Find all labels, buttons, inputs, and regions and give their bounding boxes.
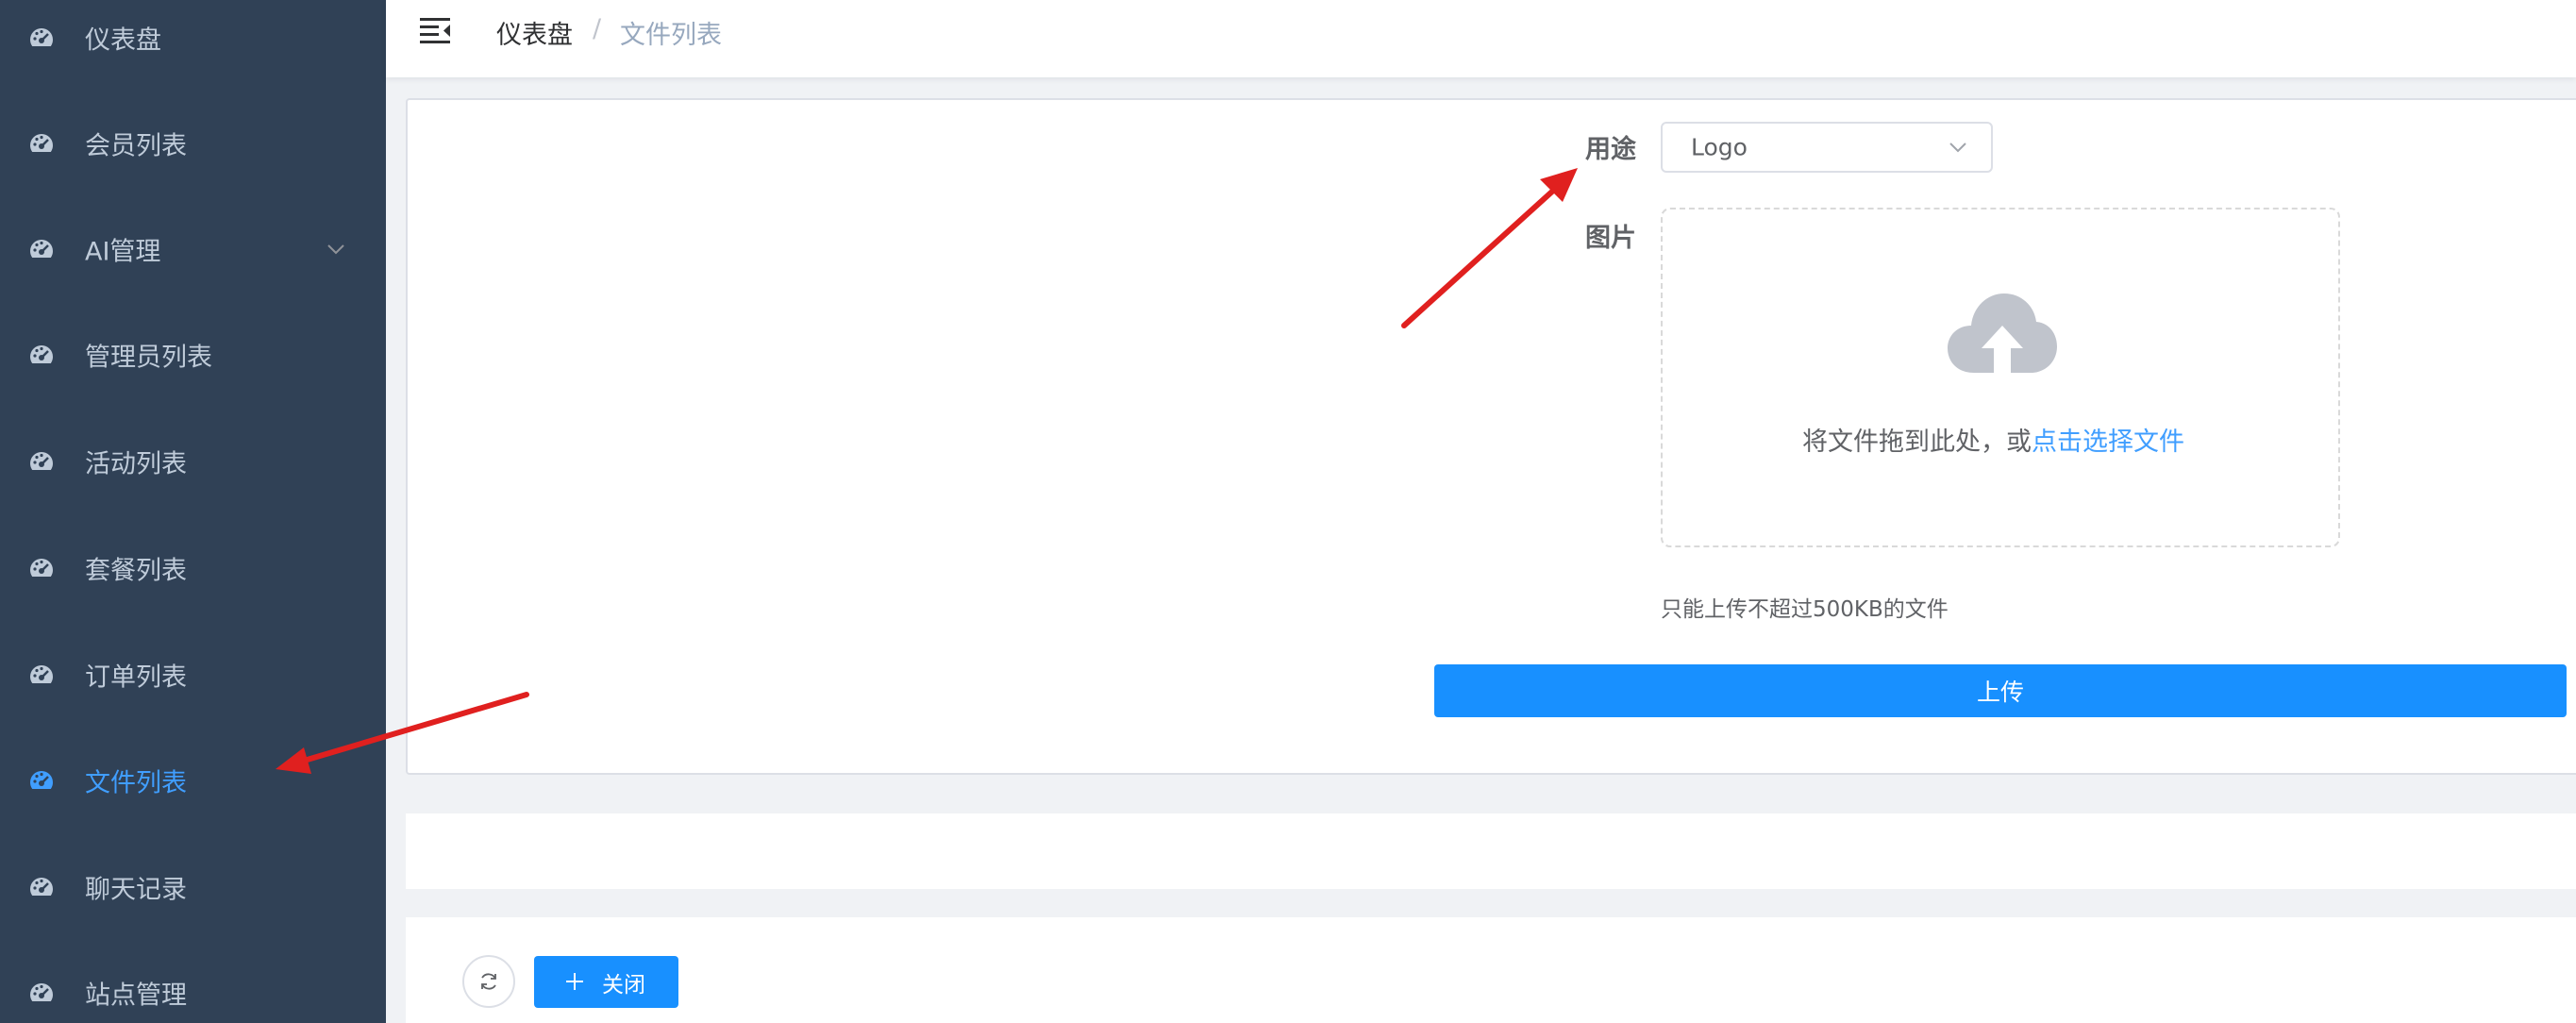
purpose-select-value: Logo bbox=[1691, 133, 1748, 161]
sidebar-item-label: AI管理 bbox=[85, 237, 161, 267]
choose-file-link[interactable]: 点击选择文件 bbox=[2032, 428, 2184, 457]
refresh-button[interactable] bbox=[462, 955, 515, 1008]
sidebar-item-members[interactable]: 会员列表 bbox=[0, 91, 386, 196]
sidebar-item-label: 会员列表 bbox=[85, 131, 187, 161]
dashboard-icon bbox=[30, 452, 54, 470]
purpose-select[interactable]: Logo bbox=[1661, 122, 1993, 173]
table-toolbar bbox=[406, 917, 2576, 1023]
sidebar-item-packages[interactable]: 套餐列表 bbox=[0, 515, 386, 621]
plus-icon bbox=[566, 973, 583, 990]
sidebar-item-label: 站点管理 bbox=[85, 981, 187, 1011]
chevron-down-icon[interactable] bbox=[325, 241, 347, 258]
dashboard-icon bbox=[30, 28, 54, 46]
dashboard-icon bbox=[30, 134, 54, 152]
dashboard-icon bbox=[30, 983, 54, 1001]
sidebar-item-label: 文件列表 bbox=[85, 768, 187, 798]
dashboard-icon bbox=[30, 771, 54, 789]
sidebar-item-chat-records[interactable]: 聊天记录 bbox=[0, 834, 386, 940]
refresh-icon bbox=[481, 973, 496, 990]
sidebar: 仪表盘 会员列表 AI管理 管理员列表 活动列表 套餐列表 订单列表 文件列表 … bbox=[0, 0, 386, 1023]
sidebar-item-files[interactable]: 文件列表 bbox=[0, 728, 386, 833]
cloud-upload-icon bbox=[1948, 293, 2057, 375]
top-navbar: 仪表盘 / 文件列表 bbox=[386, 0, 2576, 77]
sidebar-item-admins[interactable]: 管理员列表 bbox=[0, 302, 386, 408]
sidebar-item-site-management[interactable]: 站点管理 bbox=[0, 940, 386, 1023]
upload-size-tip: 只能上传不超过500KB的文件 bbox=[1661, 597, 1949, 622]
sidebar-item-activities[interactable]: 活动列表 bbox=[0, 409, 386, 514]
dropzone-hint: 将文件拖到此处，或 bbox=[1802, 428, 2032, 457]
dashboard-icon bbox=[30, 878, 54, 896]
chevron-down-icon bbox=[1949, 143, 1966, 153]
sidebar-item-label: 管理员列表 bbox=[85, 343, 212, 373]
file-dropzone[interactable] bbox=[1661, 208, 2340, 547]
sidebar-item-label: 聊天记录 bbox=[85, 875, 187, 905]
sidebar-item-orders[interactable]: 订单列表 bbox=[0, 622, 386, 728]
sidebar-item-ai-management[interactable]: AI管理 bbox=[0, 196, 386, 302]
upload-button[interactable]: 上传 bbox=[1434, 664, 2567, 717]
breadcrumb-home[interactable]: 仪表盘 bbox=[496, 14, 573, 51]
filter-bar bbox=[406, 813, 2576, 889]
breadcrumb-separator: / bbox=[593, 14, 602, 43]
close-button-label: 关闭 bbox=[602, 972, 645, 998]
hamburger-menu-icon[interactable] bbox=[420, 16, 452, 44]
sidebar-item-label: 仪表盘 bbox=[85, 25, 161, 56]
dashboard-icon bbox=[30, 559, 54, 577]
app-root: 仪表盘 会员列表 AI管理 管理员列表 活动列表 套餐列表 订单列表 文件列表 … bbox=[0, 0, 2576, 1023]
sidebar-item-label: 套餐列表 bbox=[85, 556, 187, 586]
sidebar-item-label: 订单列表 bbox=[85, 662, 187, 693]
purpose-label: 用途 bbox=[1585, 135, 1636, 164]
dashboard-icon bbox=[30, 345, 54, 363]
sidebar-item-dashboard[interactable]: 仪表盘 bbox=[0, 0, 386, 91]
dropzone-text: 将文件拖到此处，或点击选择文件 bbox=[1802, 421, 2184, 458]
image-label: 图片 bbox=[1585, 224, 1636, 253]
dashboard-icon bbox=[30, 240, 54, 258]
sidebar-item-label: 活动列表 bbox=[85, 449, 187, 479]
close-button[interactable]: 关闭 bbox=[534, 956, 678, 1008]
dashboard-icon bbox=[30, 665, 54, 683]
breadcrumb-current: 文件列表 bbox=[620, 21, 722, 50]
